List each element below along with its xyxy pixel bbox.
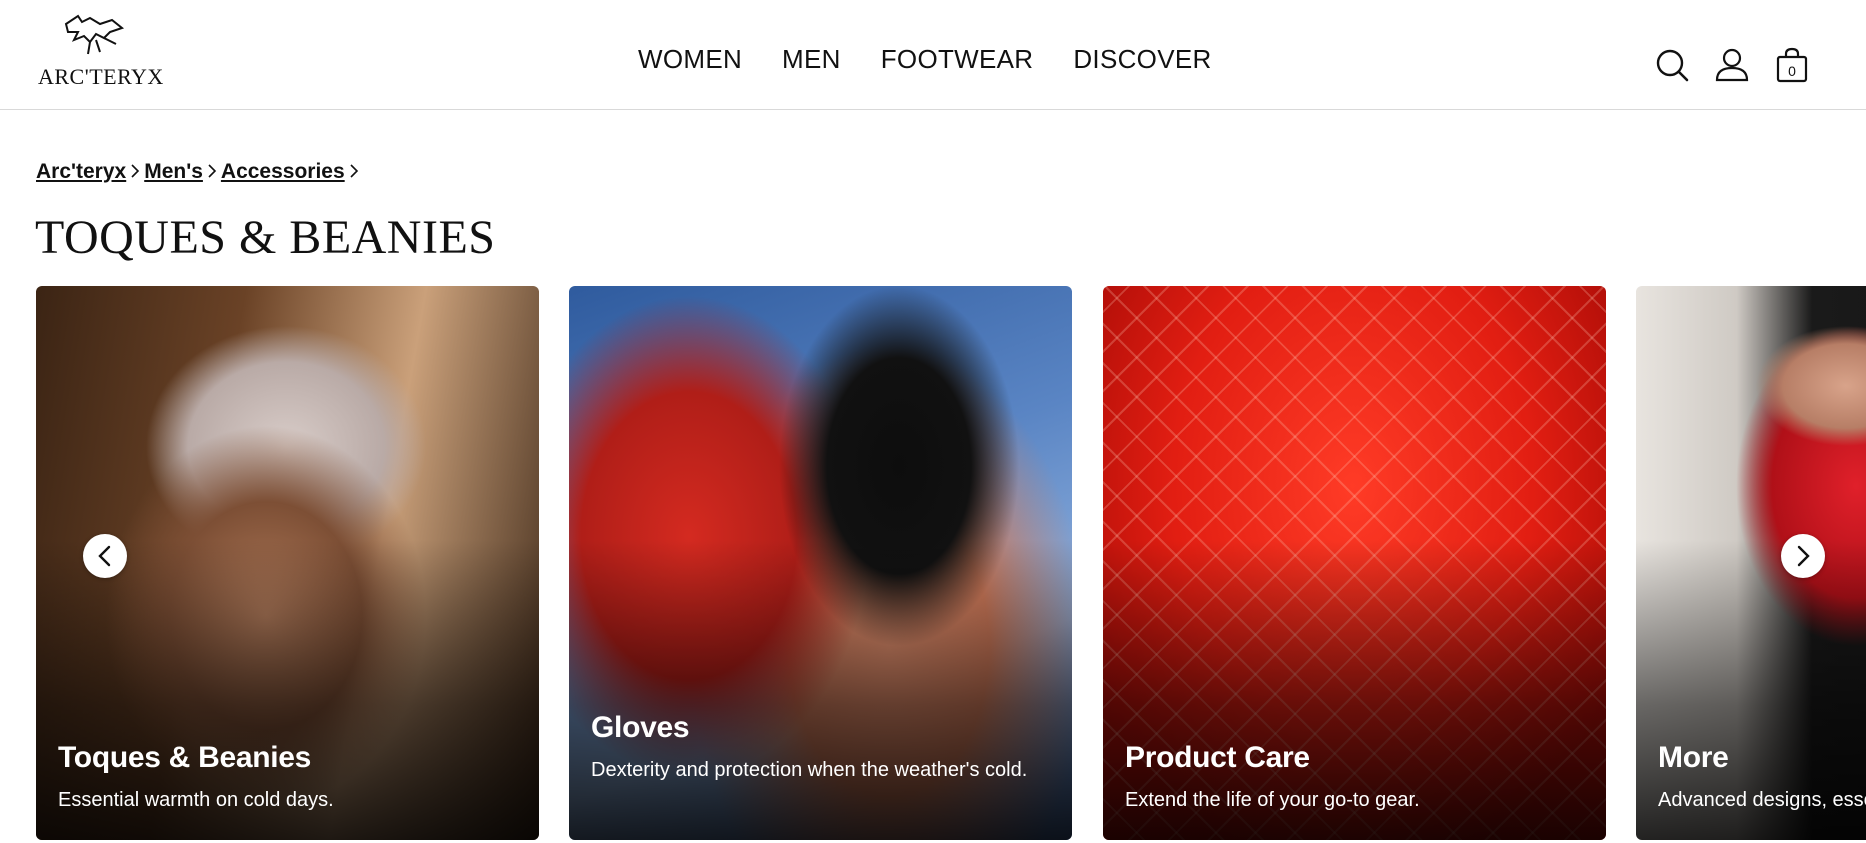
search-icon[interactable] xyxy=(1653,46,1691,84)
breadcrumb-accessories[interactable]: Accessories xyxy=(221,160,345,184)
category-card-gloves[interactable]: Gloves Dexterity and protection when the… xyxy=(569,286,1072,840)
carousel-next-button[interactable] xyxy=(1781,534,1825,578)
card-description: Dexterity and protection when the weathe… xyxy=(591,759,1028,781)
breadcrumb-mens[interactable]: Men's xyxy=(144,160,203,184)
card-title: More xyxy=(1658,741,1729,774)
chevron-right-icon xyxy=(128,160,142,184)
page-title: TOQUES & BEANIES xyxy=(35,211,496,264)
carousel-prev-button[interactable] xyxy=(83,534,127,578)
chevron-right-icon xyxy=(1797,545,1810,567)
nav-women[interactable]: WOMEN xyxy=(638,44,742,75)
card-description: Extend the life of your go-to gear. xyxy=(1125,789,1420,811)
category-card-more[interactable]: More Advanced designs, essentials for ev… xyxy=(1636,286,1866,840)
shopping-bag-icon[interactable]: 0 xyxy=(1773,46,1811,84)
card-title: Product Care xyxy=(1125,741,1310,774)
card-description: Essential warmth on cold days. xyxy=(58,789,334,811)
bag-count: 0 xyxy=(1788,63,1796,79)
site-header: ARC'TERYX WOMEN MEN FOOTWEAR DISCOVER 0 xyxy=(0,0,1866,110)
chevron-right-icon xyxy=(205,160,219,184)
card-title: Gloves xyxy=(591,711,690,744)
logo-wordmark: ARC'TERYX xyxy=(38,64,164,89)
chevron-left-icon xyxy=(98,545,111,567)
breadcrumb-arcteryx[interactable]: Arc'teryx xyxy=(36,160,126,184)
category-card-product-care[interactable]: Product Care Extend the life of your go-… xyxy=(1103,286,1606,840)
account-icon[interactable] xyxy=(1713,46,1751,84)
breadcrumb: Arc'teryx Men's Accessories xyxy=(36,160,363,184)
chevron-right-icon xyxy=(347,160,361,184)
nav-men[interactable]: MEN xyxy=(782,44,841,75)
archaeopteryx-icon xyxy=(64,14,125,55)
card-description: Advanced designs, essentials for every a… xyxy=(1658,789,1866,811)
category-carousel: Toques & Beanies Essential warmth on col… xyxy=(36,286,1866,840)
main-nav: WOMEN MEN FOOTWEAR DISCOVER xyxy=(638,44,1212,75)
arcteryx-logo[interactable]: ARC'TERYX xyxy=(38,14,163,89)
nav-footwear[interactable]: FOOTWEAR xyxy=(881,44,1034,75)
card-title: Toques & Beanies xyxy=(58,741,312,774)
nav-discover[interactable]: DISCOVER xyxy=(1073,44,1211,75)
